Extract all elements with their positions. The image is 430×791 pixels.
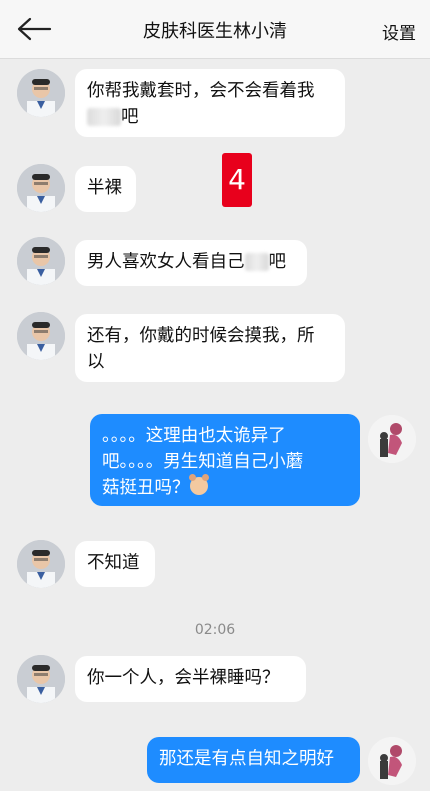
- message-text: 那还是有点自知之明好: [159, 749, 334, 769]
- message-text: 以: [87, 352, 105, 372]
- doctor-avatar[interactable]: [17, 655, 65, 703]
- message-text: 男人喜欢女人看自己: [87, 252, 245, 272]
- message-bubble-doctor[interactable]: 你一个人，会半裸睡吗？: [75, 656, 306, 702]
- message-bubble-me[interactable]: 那还是有点自知之明好: [147, 737, 360, 783]
- doctor-avatar[interactable]: [17, 69, 65, 117]
- top-bar: 皮肤科医生林小清 设置: [0, 0, 430, 59]
- message-bubble-doctor[interactable]: 不知道: [75, 541, 155, 587]
- message-text: 。。。。这理由也太诡异了: [102, 426, 286, 446]
- my-avatar[interactable]: [368, 737, 416, 785]
- chat-title: 皮肤科医生林小清: [143, 21, 287, 42]
- message-text: 半裸: [87, 178, 122, 198]
- message-text: 不知道: [87, 553, 140, 573]
- blurred-text: [87, 108, 121, 126]
- bear-emoji-icon: [188, 474, 209, 495]
- doctor-avatar[interactable]: [17, 237, 65, 285]
- message-text: 还有，你戴的时候会摸我，所: [87, 326, 315, 346]
- doctor-avatar[interactable]: [17, 540, 65, 588]
- message-text: 菇挺丑吗？: [102, 478, 190, 498]
- my-avatar[interactable]: [368, 415, 416, 463]
- message-text: 吧。。。。男生知道自己小蘑: [102, 452, 304, 472]
- message-text: 吧: [268, 252, 287, 272]
- message-text: 你一个人，会半裸睡吗？: [87, 668, 280, 688]
- message-text: 你帮我戴套时，会不会看着我: [87, 81, 315, 101]
- timestamp: 02:06: [194, 622, 236, 638]
- message-bubble-me[interactable]: 。。。。这理由也太诡异了 吧。。。。男生知道自己小蘑 菇挺丑吗？: [90, 414, 360, 506]
- message-text: 吧: [121, 107, 139, 127]
- message-bubble-doctor[interactable]: 你帮我戴套时，会不会看着我 吧: [75, 69, 345, 137]
- doctor-avatar[interactable]: [17, 312, 65, 360]
- message-bubble-doctor[interactable]: 半裸: [75, 166, 136, 212]
- blurred-text: [244, 253, 269, 271]
- message-bubble-doctor[interactable]: 男人喜欢女人看自己 吧: [75, 240, 307, 286]
- doctor-avatar[interactable]: [17, 164, 65, 212]
- message-bubble-doctor[interactable]: 还有，你戴的时候会摸我，所 以: [75, 314, 345, 382]
- settings-button[interactable]: 设置: [382, 19, 416, 44]
- notification-badge: 4: [222, 153, 252, 207]
